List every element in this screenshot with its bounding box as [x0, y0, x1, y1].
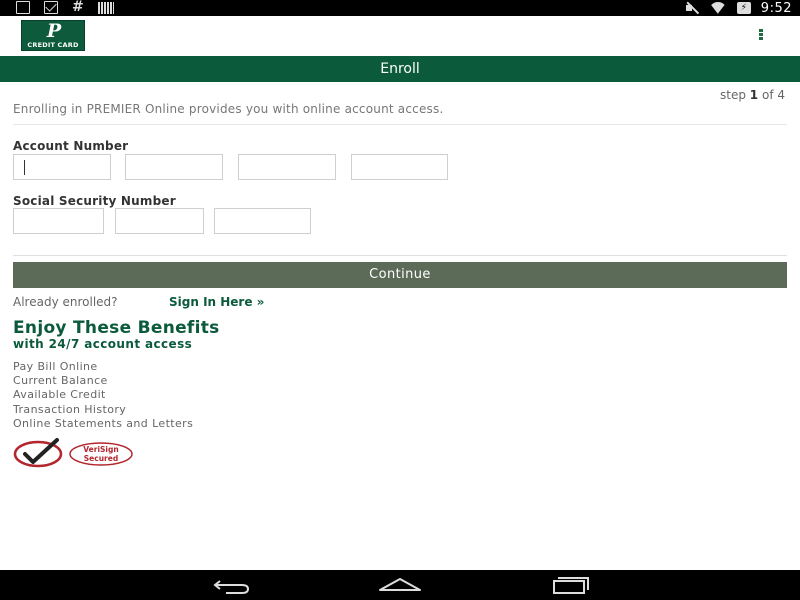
- already-enrolled-text: Already enrolled?: [13, 295, 118, 309]
- badge-line1: VeriSign: [83, 445, 118, 454]
- benefit-item: Available Credit: [13, 388, 106, 401]
- benefit-item: Transaction History: [13, 403, 127, 416]
- barcode-icon: [97, 1, 114, 14]
- account-number-field-2[interactable]: [125, 154, 223, 180]
- home-icon[interactable]: [377, 570, 423, 600]
- benefits-subtitle: with 24/7 account access: [13, 337, 193, 351]
- download-icon: [16, 1, 30, 14]
- status-time: 9:52: [760, 0, 792, 16]
- benefit-item: Online Statements and Letters: [13, 417, 194, 430]
- account-number-field-1[interactable]: [13, 154, 111, 180]
- app-header: P CREDIT CARD: [0, 16, 800, 56]
- ssn-field-1[interactable]: [13, 208, 104, 234]
- divider: [13, 124, 787, 125]
- logo-text: CREDIT CARD: [27, 41, 79, 49]
- mail-icon: [44, 1, 58, 14]
- sign-in-link[interactable]: Sign In Here »: [169, 295, 264, 309]
- hash-icon: #: [72, 0, 84, 15]
- wifi-icon: [709, 2, 727, 14]
- benefit-item: Pay Bill Online: [13, 360, 98, 373]
- battery-icon: ⚡: [736, 2, 751, 14]
- mute-icon: [685, 2, 699, 14]
- ssn-field-3[interactable]: [214, 208, 311, 234]
- navigation-bar: [0, 570, 800, 600]
- benefit-item: Current Balance: [13, 374, 108, 387]
- ssn-label: Social Security Number: [13, 194, 176, 208]
- page-title: Enroll: [380, 61, 420, 77]
- logo-letter: P: [46, 20, 62, 42]
- badge-line2: Secured: [84, 454, 118, 463]
- back-icon[interactable]: [206, 570, 252, 600]
- continue-button[interactable]: Continue: [13, 262, 787, 288]
- verisign-secured-badge[interactable]: VeriSign Secured: [13, 437, 134, 469]
- premier-logo[interactable]: P CREDIT CARD: [21, 20, 85, 51]
- enroll-title-bar: Enroll: [0, 56, 800, 82]
- step-indicator: step 1 of 4: [720, 88, 785, 102]
- ssn-field-2[interactable]: [115, 208, 204, 234]
- recent-apps-icon[interactable]: [548, 570, 594, 600]
- benefits-title: Enjoy These Benefits: [13, 318, 220, 338]
- account-number-label: Account Number: [13, 139, 129, 153]
- account-number-field-4[interactable]: [351, 154, 448, 180]
- kebab-menu-icon[interactable]: [758, 29, 764, 43]
- status-bar: # ⚡ 9:52: [0, 0, 800, 16]
- divider: [13, 255, 787, 256]
- account-number-field-3[interactable]: [238, 154, 336, 180]
- intro-text: Enrolling in PREMIER Online provides you…: [13, 102, 444, 116]
